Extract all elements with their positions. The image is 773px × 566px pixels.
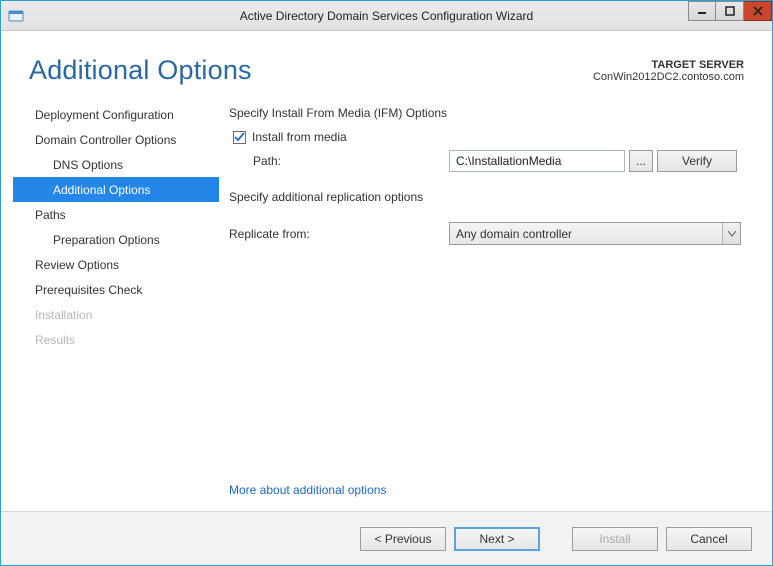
- target-server-value: ConWin2012DC2.contoso.com: [593, 71, 744, 83]
- nav-item-deployment-configuration[interactable]: Deployment Configuration: [13, 102, 219, 127]
- nav-item-review-options[interactable]: Review Options: [13, 252, 219, 277]
- nav-item-installation: Installation: [13, 302, 219, 327]
- target-server-label: TARGET SERVER: [593, 59, 744, 71]
- install-from-media-checkbox[interactable]: [233, 131, 246, 144]
- nav-item-prerequisites-check[interactable]: Prerequisites Check: [13, 277, 219, 302]
- install-from-media-row: Install from media: [233, 130, 746, 144]
- app-icon: [3, 3, 29, 29]
- nav-item-paths[interactable]: Paths: [13, 202, 219, 227]
- nav-item-preparation-options[interactable]: Preparation Options: [13, 227, 219, 252]
- replicate-row: Replicate from: Any domain controller: [229, 222, 746, 245]
- path-row: Path: ... Verify: [253, 150, 746, 172]
- content-area: Additional Options TARGET SERVER ConWin2…: [1, 31, 772, 565]
- title-bar: Active Directory Domain Services Configu…: [1, 1, 772, 31]
- install-from-media-label: Install from media: [252, 130, 347, 144]
- ifm-heading: Specify Install From Media (IFM) Options: [229, 106, 746, 120]
- header-row: Additional Options TARGET SERVER ConWin2…: [1, 31, 772, 90]
- replicate-label: Replicate from:: [229, 227, 449, 241]
- path-label: Path:: [253, 154, 449, 168]
- browse-button[interactable]: ...: [629, 150, 653, 172]
- install-button[interactable]: Install: [572, 527, 658, 551]
- wizard-window: Active Directory Domain Services Configu…: [0, 0, 773, 566]
- nav-item-dns-options[interactable]: DNS Options: [13, 152, 219, 177]
- verify-button[interactable]: Verify: [657, 150, 737, 172]
- maximize-button[interactable]: [716, 1, 744, 21]
- target-server-box: TARGET SERVER ConWin2012DC2.contoso.com: [593, 59, 744, 86]
- previous-button[interactable]: < Previous: [360, 527, 446, 551]
- next-button[interactable]: Next >: [454, 527, 540, 551]
- chevron-down-icon: [722, 223, 740, 244]
- more-about-link[interactable]: More about additional options: [229, 483, 386, 497]
- nav-item-additional-options[interactable]: Additional Options: [13, 177, 219, 202]
- window-title: Active Directory Domain Services Configu…: [1, 9, 772, 23]
- close-button[interactable]: [744, 1, 772, 21]
- nav-item-results: Results: [13, 327, 219, 352]
- footer-buttons: < Previous Next > Install Cancel: [1, 511, 772, 565]
- replication-heading: Specify additional replication options: [229, 190, 746, 204]
- main-panel: Specify Install From Media (IFM) Options…: [219, 96, 760, 511]
- minimize-button[interactable]: [688, 1, 716, 21]
- replicate-from-combobox[interactable]: Any domain controller: [449, 222, 741, 245]
- page-title: Additional Options: [29, 55, 252, 86]
- replicate-from-value: Any domain controller: [450, 227, 722, 241]
- path-input[interactable]: [449, 150, 625, 172]
- cancel-button[interactable]: Cancel: [666, 527, 752, 551]
- nav-item-domain-controller-options[interactable]: Domain Controller Options: [13, 127, 219, 152]
- wizard-nav: Deployment ConfigurationDomain Controlle…: [13, 96, 219, 511]
- body-row: Deployment ConfigurationDomain Controlle…: [1, 90, 772, 511]
- window-controls: [688, 1, 772, 21]
